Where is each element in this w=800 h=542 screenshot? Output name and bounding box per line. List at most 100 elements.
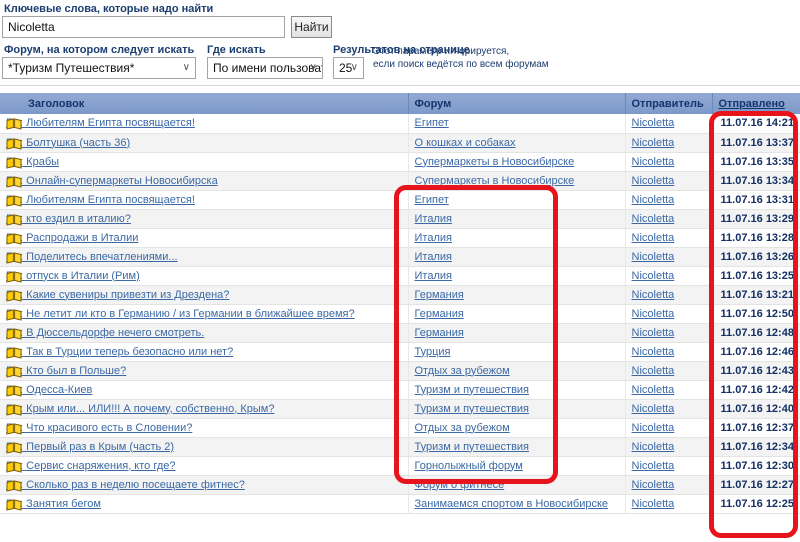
sender-link[interactable]: Nicoletta (632, 498, 675, 510)
topic-link[interactable]: Re: Что красивого есть в Словении? (6, 422, 192, 434)
forum-link[interactable]: Горнолыжный форум (415, 460, 523, 472)
forum-link[interactable]: Туризм и путешествия (415, 441, 530, 453)
forum-link[interactable]: Турция (415, 346, 451, 358)
sender-link[interactable]: Nicoletta (632, 251, 675, 263)
topic-link[interactable]: Re: Любителям Египта посвящается! (6, 117, 195, 129)
forum-link[interactable]: Туризм и путешествия (415, 384, 530, 396)
sender-link[interactable]: Nicoletta (632, 213, 675, 225)
sent-timestamp: 11.07.16 13:37 (712, 133, 800, 152)
sender-link[interactable]: Nicoletta (632, 346, 675, 358)
sender-link[interactable]: Nicoletta (632, 365, 675, 377)
topic-cell: Re: Крым или... ИЛИ!!! А почему, собстве… (0, 399, 408, 418)
topic-cell: Re: Кто был в Польше? (0, 361, 408, 380)
sender-link[interactable]: Nicoletta (632, 156, 675, 168)
sender-link[interactable]: Nicoletta (632, 194, 675, 206)
topic-link[interactable]: Re: Поделитесь впечатлениями... (6, 251, 178, 263)
topic-link[interactable]: Re: Не летит ли кто в Германию / из Герм… (6, 308, 355, 320)
forum-link[interactable]: Египет (415, 194, 449, 206)
topic-link[interactable]: Re: отпуск в Италии (Рим) (6, 270, 140, 282)
topic-link[interactable]: Re: Распродажи в Италии (6, 232, 138, 244)
forum-link[interactable]: Отдых за рубежом (415, 422, 510, 434)
sender-link[interactable]: Nicoletta (632, 441, 675, 453)
table-row: Re: Кто был в Польше? Отдых за рубежом Nic… (0, 361, 800, 380)
search-in-select[interactable]: По имени пользователя ∨ (207, 57, 323, 79)
sent-timestamp: 11.07.16 12:42 (712, 380, 800, 399)
forum-search-results-page: Ключевые слова, которые надо найти Найти… (0, 0, 800, 542)
results-per-page-select[interactable]: 25 ∨ (333, 57, 364, 79)
forum-cell: Горнолыжный форум (408, 456, 625, 475)
topic-link[interactable]: Re: Кто был в Польше? (6, 365, 126, 377)
table-row: Re: КрабыСупермаркеты в НовосибирскеNico… (0, 152, 800, 171)
forum-link[interactable]: Италия (415, 270, 452, 282)
sender-cell: Nicoletta (625, 323, 712, 342)
forum-link[interactable]: Италия (415, 213, 452, 225)
open-book-icon (6, 461, 22, 473)
sort-by-sent-link[interactable]: Отправлено (719, 98, 785, 110)
topic-link[interactable]: Re: Любителям Египта посвящается! (6, 194, 195, 206)
divider (0, 85, 800, 86)
sender-link[interactable]: Nicoletta (632, 175, 675, 187)
sender-cell: Nicoletta (625, 304, 712, 323)
forum-link[interactable]: Форум о фитнесе (415, 479, 505, 491)
topic-link[interactable]: Re: Первый раз в Крым (часть 2) (6, 441, 174, 453)
table-row: Re: Сервис снаряжения, кто где? Горнолыжн… (0, 456, 800, 475)
open-book-icon (6, 233, 22, 245)
sender-link[interactable]: Nicoletta (632, 117, 675, 129)
sender-cell: Nicoletta (625, 114, 712, 133)
forum-link[interactable]: Италия (415, 251, 452, 263)
keywords-label: Ключевые слова, которые надо найти (4, 3, 213, 15)
topic-link[interactable]: Re: Какие сувениры привезти из Дрездена? (6, 289, 229, 301)
sender-link[interactable]: Nicoletta (632, 384, 675, 396)
sender-link[interactable]: Nicoletta (632, 232, 675, 244)
sender-link[interactable]: Nicoletta (632, 403, 675, 415)
sent-timestamp: 11.07.16 12:25 (712, 494, 800, 513)
forum-link[interactable]: Италия (415, 232, 452, 244)
forum-link[interactable]: Отдых за рубежом (415, 365, 510, 377)
sender-link[interactable]: Nicoletta (632, 289, 675, 301)
search-in-select-value: По имени пользователя (213, 61, 323, 75)
topic-link[interactable]: Re: Сколько раз в неделю посещаете фитне… (6, 479, 245, 491)
sent-timestamp: 11.07.16 12:46 (712, 342, 800, 361)
sender-link[interactable]: Nicoletta (632, 137, 675, 149)
topic-link[interactable]: Re: Крым или... ИЛИ!!! А почему, собстве… (6, 403, 274, 415)
forum-link[interactable]: Туризм и путешествия (415, 403, 530, 415)
sender-cell: Nicoletta (625, 437, 712, 456)
forum-link[interactable]: Супермаркеты в Новосибирске (415, 175, 575, 187)
topic-link[interactable]: Re: Болтушка (часть 36) (6, 137, 130, 149)
search-button[interactable]: Найти (291, 16, 332, 38)
open-book-icon (6, 118, 22, 130)
forum-link[interactable]: О кошках и собаках (415, 137, 516, 149)
forum-link[interactable]: Германия (415, 289, 464, 301)
topic-link[interactable]: Re: Сервис снаряжения, кто где? (6, 460, 176, 472)
open-book-icon (6, 252, 22, 264)
topic-link[interactable]: Re: Онлайн-супермаркеты Новосибирска (6, 175, 218, 187)
sender-link[interactable]: Nicoletta (632, 479, 675, 491)
sent-timestamp: 11.07.16 12:40 (712, 399, 800, 418)
table-row: Re: Поделитесь впечатлениями... Италия Nic… (0, 247, 800, 266)
column-header-sender: Отправитель (625, 93, 712, 114)
topic-link[interactable]: Re: кто ездил в италию? (6, 213, 131, 225)
sender-link[interactable]: Nicoletta (632, 308, 675, 320)
forum-link[interactable]: Германия (415, 308, 464, 320)
topic-cell: Re: отпуск в Италии (Рим) (0, 266, 408, 285)
table-row: Re: Крым или... ИЛИ!!! А почему, собстве… (0, 399, 800, 418)
sender-link[interactable]: Nicoletta (632, 422, 675, 434)
forum-cell: Супермаркеты в Новосибирске (408, 171, 625, 190)
forum-cell: Египет (408, 114, 625, 133)
topic-link[interactable]: Re: В Дюссельдорфе нечего смотреть. (6, 327, 204, 339)
sent-timestamp: 11.07.16 13:34 (712, 171, 800, 190)
forum-select[interactable]: *Туризм Путешествия* ∨ (2, 57, 196, 79)
forum-link[interactable]: Занимаемся спортом в Новосибирске (415, 498, 609, 510)
keywords-input[interactable] (2, 16, 285, 38)
forum-link[interactable]: Супермаркеты в Новосибирске (415, 156, 575, 168)
sender-link[interactable]: Nicoletta (632, 460, 675, 472)
sender-link[interactable]: Nicoletta (632, 327, 675, 339)
open-book-icon (6, 442, 22, 454)
sender-link[interactable]: Nicoletta (632, 270, 675, 282)
sent-timestamp: 11.07.16 13:25 (712, 266, 800, 285)
open-book-icon (6, 328, 22, 340)
forum-cell: Отдых за рубежом (408, 361, 625, 380)
topic-link[interactable]: Re: Так в Турции теперь безопасно или не… (6, 346, 233, 358)
forum-link[interactable]: Египет (415, 117, 449, 129)
forum-link[interactable]: Германия (415, 327, 464, 339)
